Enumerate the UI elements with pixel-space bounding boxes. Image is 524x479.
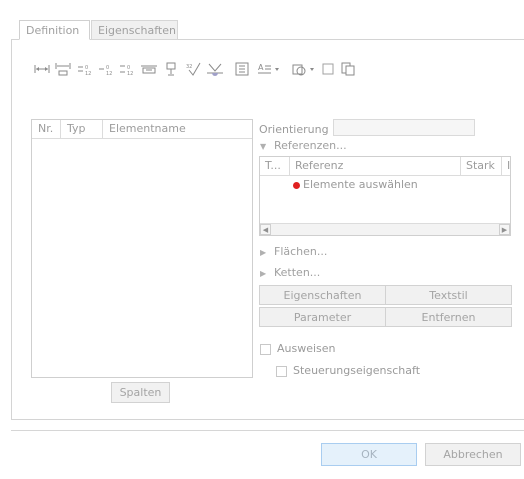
text-style-icon[interactable]: A [256, 60, 282, 78]
basic-dimension-icon[interactable] [139, 60, 159, 78]
dimension-bracket-icon[interactable] [54, 60, 72, 78]
tolerance-stack-icon[interactable]: 0 12 [118, 60, 136, 78]
scroll-left-icon[interactable]: ◀ [260, 224, 271, 235]
status-dot-icon [293, 181, 300, 189]
chains-label: Ketten... [274, 266, 321, 279]
references-placeholder: Elemente auswählen [303, 178, 418, 191]
references-table[interactable]: T... Referenz Stark I Elemente auswählen… [259, 156, 511, 236]
columns-button[interactable]: Spalten [111, 382, 170, 403]
text-style-button[interactable]: Textstil [385, 285, 512, 305]
cancel-button[interactable]: Abbrechen [425, 443, 521, 466]
parameters-button[interactable]: Parameter [259, 307, 386, 327]
references-expander[interactable]: ▼ Referenzen... [260, 139, 347, 152]
copy-format-icon[interactable] [340, 60, 356, 78]
svg-text:12: 12 [127, 71, 133, 75]
show-checkbox[interactable] [260, 344, 271, 355]
tab-definition[interactable]: Definition [19, 20, 90, 40]
dimension-icon[interactable] [33, 60, 51, 78]
expanded-triangle-icon: ▼ [260, 142, 267, 151]
tolerance-limits-icon[interactable]: 0 12 [97, 60, 115, 78]
col-elementname[interactable]: Elementname [103, 120, 252, 138]
tab-eigenschaften[interactable]: Eigenschaften [91, 20, 178, 40]
orientation-field[interactable] [333, 119, 475, 136]
weld-symbol-icon[interactable] [205, 60, 225, 78]
ok-button[interactable]: OK [321, 443, 417, 466]
show-checkbox-label: Ausweisen [277, 342, 336, 355]
svg-text:A: A [258, 63, 264, 72]
references-placeholder-row[interactable]: Elemente auswählen [293, 178, 493, 192]
surface-finish-icon[interactable]: 32 [184, 60, 202, 78]
element-list-header: Nr. Typ Elementname [32, 120, 252, 139]
col-typ[interactable]: Typ [61, 120, 103, 138]
control-feature-checkbox-label: Steuerungseigenschaft [293, 364, 421, 377]
references-label: Referenzen... [274, 139, 347, 152]
col-t[interactable]: T... [260, 157, 290, 176]
faces-expander[interactable]: ▶ Flächen... [260, 245, 327, 258]
col-i[interactable]: I [502, 157, 510, 176]
element-list[interactable]: Nr. Typ Elementname [31, 119, 253, 378]
references-table-header: T... Referenz Stark I [260, 157, 510, 176]
collapsed-triangle-icon: ▶ [260, 248, 267, 257]
scroll-right-icon[interactable]: ▶ [499, 224, 510, 235]
svg-text:12: 12 [106, 71, 112, 75]
faces-label: Flächen... [274, 245, 328, 258]
properties-button[interactable]: Eigenschaften [259, 285, 386, 305]
note-icon[interactable] [233, 60, 251, 78]
chains-expander[interactable]: ▶ Ketten... [260, 266, 320, 279]
inspection-dimension-icon[interactable] [163, 60, 179, 78]
collapsed-triangle-icon: ▶ [260, 269, 267, 278]
rectangle-frame-icon[interactable] [320, 60, 336, 78]
remove-button[interactable]: Entfernen [385, 307, 512, 327]
symbol-palette-icon[interactable] [291, 60, 317, 78]
col-referenz[interactable]: Referenz [290, 157, 461, 176]
col-nr[interactable]: Nr. [32, 120, 61, 138]
footer-divider [11, 430, 524, 431]
tolerance-plus-minus-icon[interactable]: 0 12 [76, 60, 94, 78]
svg-text:32: 32 [186, 64, 192, 70]
col-stark[interactable]: Stark [461, 157, 502, 176]
svg-text:12: 12 [85, 71, 91, 75]
orientation-label: Orientierung [259, 123, 329, 136]
control-feature-checkbox[interactable] [276, 366, 287, 377]
references-scrollbar[interactable]: ◀ ▶ [260, 223, 510, 235]
